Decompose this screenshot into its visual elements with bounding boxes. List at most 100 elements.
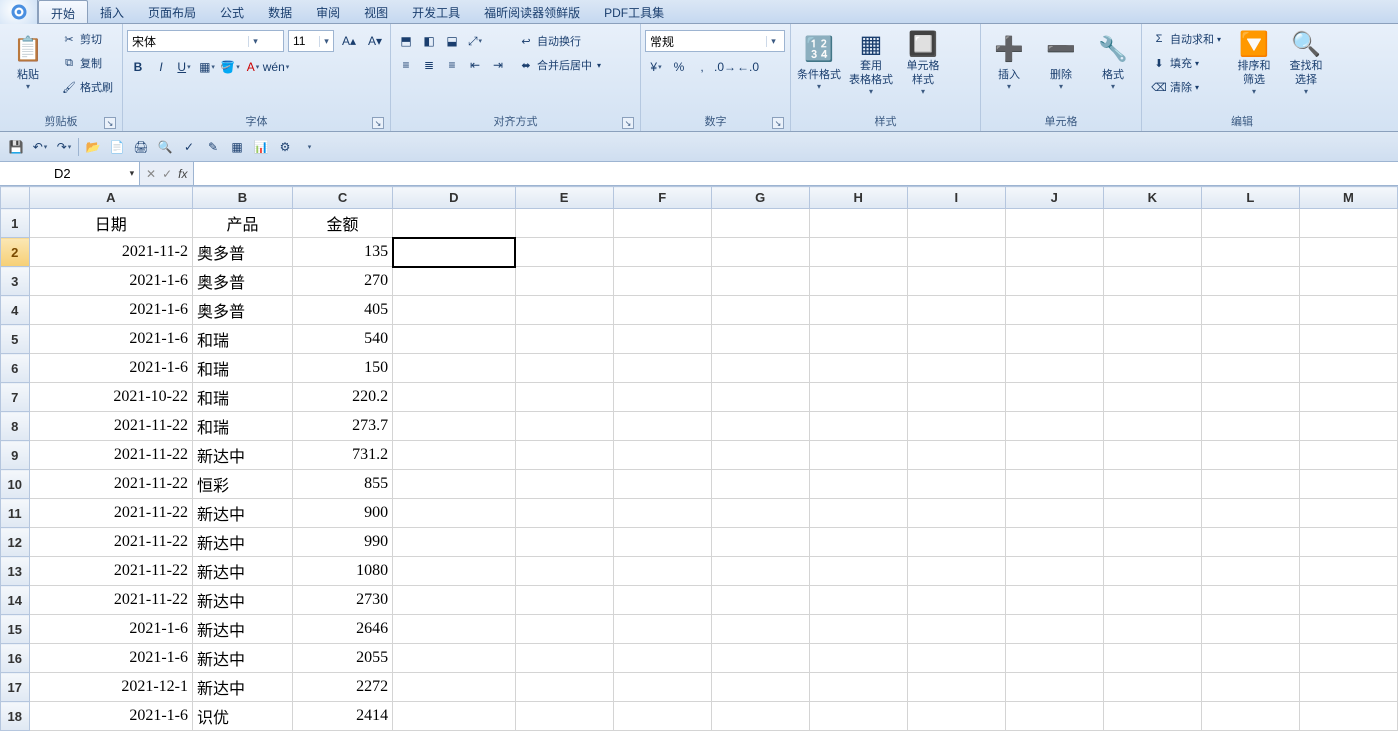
comma-button[interactable]: , — [691, 56, 713, 78]
cell[interactable]: 855 — [293, 470, 393, 499]
col-header-J[interactable]: J — [1005, 187, 1103, 209]
cell[interactable] — [515, 354, 613, 383]
cell[interactable] — [1299, 586, 1397, 615]
autosum-button[interactable]: Σ自动求和▾ — [1146, 28, 1226, 50]
cell[interactable] — [515, 412, 613, 441]
cell[interactable] — [613, 325, 711, 354]
bold-button[interactable]: B — [127, 56, 149, 78]
cell[interactable]: 2021-11-22 — [29, 499, 192, 528]
cell[interactable] — [393, 238, 516, 267]
cell[interactable] — [907, 238, 1005, 267]
insert-cells-button[interactable]: ➕插入 — [985, 26, 1033, 98]
cell[interactable] — [809, 209, 907, 238]
accounting-format-button[interactable]: ¥ — [645, 56, 667, 78]
cell[interactable] — [1201, 644, 1299, 673]
sort-filter-button[interactable]: 🔽排序和 筛选 — [1230, 26, 1278, 98]
tab-5[interactable]: 审阅 — [304, 0, 352, 23]
cell[interactable] — [809, 499, 907, 528]
name-box-input[interactable] — [0, 162, 125, 185]
cell[interactable] — [515, 267, 613, 296]
row-header[interactable]: 18 — [1, 702, 30, 731]
select-all-corner[interactable] — [1, 187, 30, 209]
cell[interactable] — [809, 441, 907, 470]
cell[interactable]: 奥多普 — [192, 238, 292, 267]
formula-input[interactable] — [194, 162, 1398, 185]
cell[interactable]: 识优 — [192, 702, 292, 731]
cell[interactable] — [809, 702, 907, 731]
cell[interactable]: 2646 — [293, 615, 393, 644]
shrink-font-button[interactable]: A▾ — [364, 30, 386, 52]
cell[interactable] — [515, 499, 613, 528]
chevron-down-icon[interactable]: ▾ — [319, 36, 333, 47]
cell[interactable] — [393, 325, 516, 354]
font-size-combo[interactable]: ▾ — [288, 30, 334, 52]
cell[interactable] — [613, 296, 711, 325]
redo-button[interactable]: ↷ — [54, 137, 74, 157]
cell[interactable] — [711, 470, 809, 499]
qat-btn-6[interactable]: ✎ — [203, 137, 223, 157]
cancel-formula-button[interactable]: ✕ — [146, 167, 156, 181]
qat-print-button[interactable]: 🖨 — [131, 137, 151, 157]
cell[interactable]: 新达中 — [192, 441, 292, 470]
font-name-combo[interactable]: ▾ — [127, 30, 284, 52]
cell[interactable] — [809, 412, 907, 441]
cell[interactable] — [1103, 470, 1201, 499]
cell[interactable] — [809, 528, 907, 557]
row-header[interactable]: 8 — [1, 412, 30, 441]
cell[interactable]: 990 — [293, 528, 393, 557]
cell[interactable] — [1005, 354, 1103, 383]
cell[interactable] — [711, 615, 809, 644]
cell[interactable]: 2021-1-6 — [29, 354, 192, 383]
number-format-combo[interactable]: ▾ — [645, 30, 785, 52]
cell[interactable]: 2021-10-22 — [29, 383, 192, 412]
save-button[interactable]: 💾 — [6, 137, 26, 157]
cell[interactable] — [809, 296, 907, 325]
cell[interactable] — [1201, 702, 1299, 731]
cell[interactable]: 405 — [293, 296, 393, 325]
number-launcher[interactable]: ↘ — [772, 117, 784, 129]
row-header[interactable]: 1 — [1, 209, 30, 238]
cell[interactable] — [907, 470, 1005, 499]
cell[interactable] — [711, 702, 809, 731]
cell[interactable] — [1299, 383, 1397, 412]
cell[interactable] — [1005, 615, 1103, 644]
cell[interactable] — [1103, 325, 1201, 354]
cell[interactable]: 新达中 — [192, 586, 292, 615]
cell[interactable] — [393, 557, 516, 586]
row-header[interactable]: 16 — [1, 644, 30, 673]
underline-button[interactable]: U — [173, 56, 195, 78]
cell[interactable]: 135 — [293, 238, 393, 267]
qat-preview-button[interactable]: 🔍 — [155, 137, 175, 157]
col-header-D[interactable]: D — [393, 187, 516, 209]
font-size-input[interactable] — [289, 31, 319, 51]
cell[interactable] — [1103, 412, 1201, 441]
cell[interactable]: 金额 — [293, 209, 393, 238]
cell[interactable] — [809, 383, 907, 412]
border-button[interactable]: ▦ — [196, 56, 218, 78]
cell[interactable] — [393, 586, 516, 615]
row-header[interactable]: 7 — [1, 383, 30, 412]
align-left-button[interactable]: ≡ — [395, 54, 417, 76]
cell[interactable] — [1201, 615, 1299, 644]
chevron-down-icon[interactable]: ▾ — [766, 36, 780, 47]
cell[interactable] — [907, 325, 1005, 354]
cell[interactable] — [1005, 644, 1103, 673]
cell[interactable] — [1299, 702, 1397, 731]
cell[interactable] — [1103, 586, 1201, 615]
cell[interactable] — [711, 354, 809, 383]
cell[interactable]: 新达中 — [192, 528, 292, 557]
qat-btn-8[interactable]: 📊 — [251, 137, 271, 157]
cell[interactable] — [907, 267, 1005, 296]
cell[interactable] — [1299, 238, 1397, 267]
cell[interactable] — [613, 441, 711, 470]
cell[interactable] — [711, 499, 809, 528]
cell[interactable] — [1201, 267, 1299, 296]
row-header[interactable]: 2 — [1, 238, 30, 267]
italic-button[interactable]: I — [150, 56, 172, 78]
cell[interactable]: 新达中 — [192, 615, 292, 644]
tab-6[interactable]: 视图 — [352, 0, 400, 23]
cell[interactable] — [1103, 209, 1201, 238]
cell[interactable] — [1005, 586, 1103, 615]
cell[interactable] — [515, 325, 613, 354]
cell[interactable] — [711, 557, 809, 586]
